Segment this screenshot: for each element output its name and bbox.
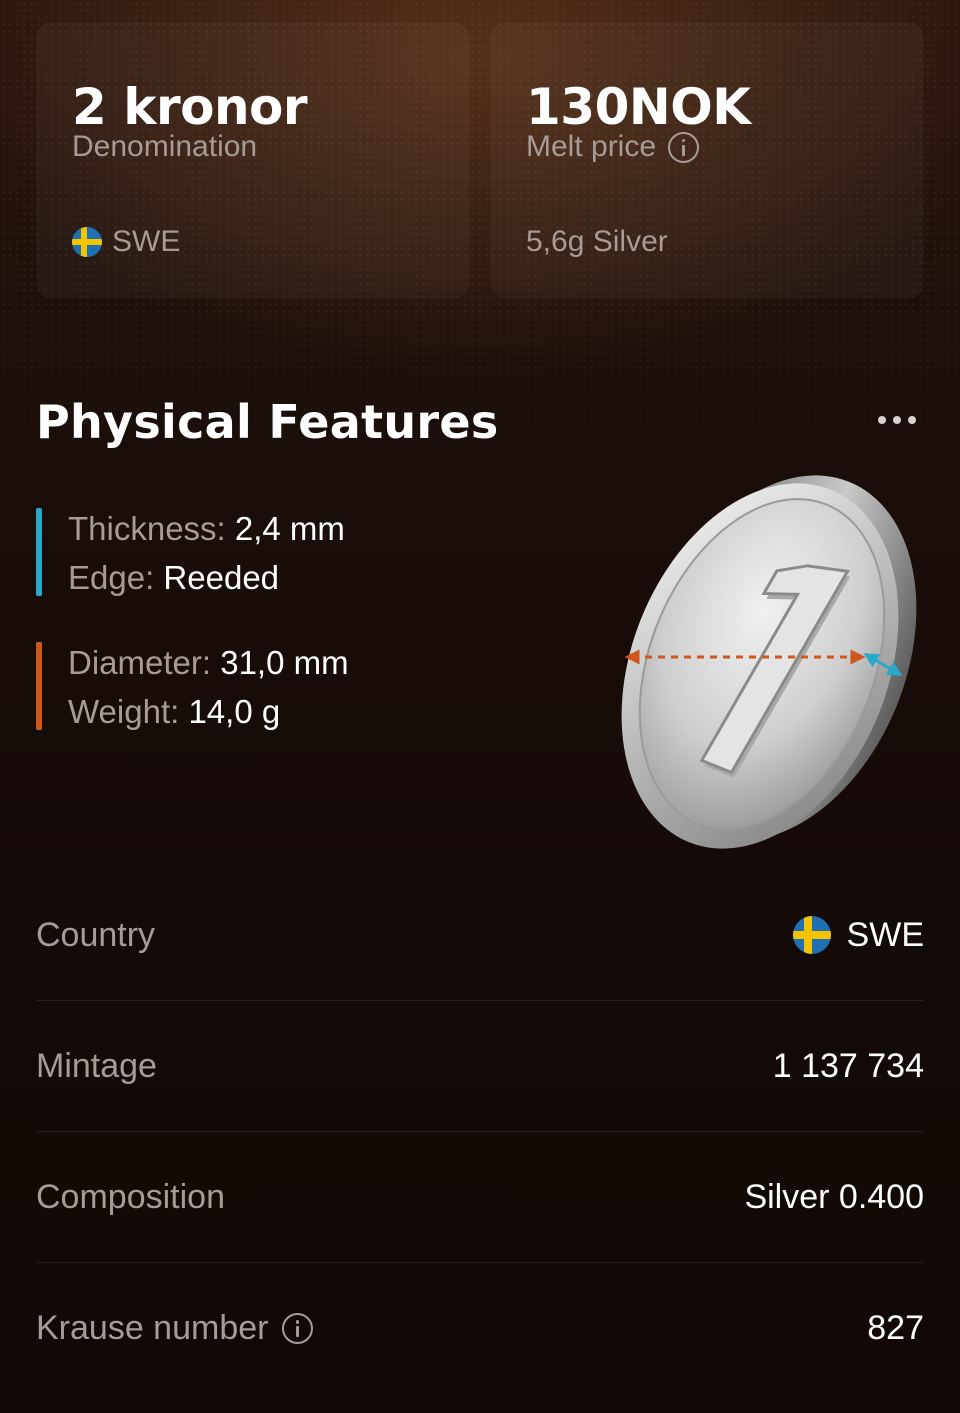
thickness-indicator-bar bbox=[36, 508, 42, 596]
more-dots-icon[interactable] bbox=[878, 410, 926, 430]
edge-value: Reeded bbox=[163, 559, 280, 596]
coin-detail-page: 2 kronor Denomination SWE 130NOK Melt pr… bbox=[0, 0, 960, 1413]
detail-value: 1 137 734 bbox=[772, 1046, 924, 1085]
edge-row: Edge: Reeded bbox=[68, 559, 279, 597]
detail-label: Country bbox=[36, 915, 156, 954]
info-icon[interactable] bbox=[282, 1313, 314, 1344]
detail-row-country[interactable]: Country SWE bbox=[36, 870, 924, 1001]
detail-label: Composition bbox=[36, 1177, 225, 1216]
thickness-edge-group: Thickness: 2,4 mm Edge: Reeded bbox=[36, 508, 436, 598]
melt-price-label: Melt price bbox=[526, 130, 657, 163]
detail-label-row: Krause number bbox=[36, 1309, 314, 1348]
thickness-label: Thickness: bbox=[68, 510, 226, 547]
country-code: SWE bbox=[846, 915, 924, 954]
weight-value: 14,0 g bbox=[188, 693, 281, 730]
sweden-flag-icon bbox=[72, 227, 102, 257]
info-icon[interactable] bbox=[668, 131, 700, 163]
melt-price-value: 130NOK bbox=[526, 78, 751, 136]
diameter-weight-group: Diameter: 31,0 mm Weight: 14,0 g bbox=[36, 642, 436, 732]
weight-label: Weight: bbox=[68, 693, 180, 730]
denomination-card[interactable]: 2 kronor Denomination SWE bbox=[36, 22, 470, 298]
detail-row-krause-number[interactable]: Krause number 827 bbox=[36, 1263, 924, 1394]
melt-price-label-row: Melt price bbox=[526, 130, 700, 164]
melt-price-card[interactable]: 130NOK Melt price 5,6g Silver bbox=[490, 22, 924, 298]
diameter-label: Diameter: bbox=[68, 644, 212, 681]
denomination-country-code: SWE bbox=[112, 225, 181, 258]
detail-value: SWE bbox=[792, 915, 924, 955]
sweden-flag-icon bbox=[792, 916, 831, 954]
weight-row: Weight: 14,0 g bbox=[68, 693, 280, 731]
coin-details-list: Country SWE Mintage 1 137 734 Compositio… bbox=[36, 870, 924, 1394]
thickness-value: 2,4 mm bbox=[234, 510, 345, 547]
edge-label: Edge: bbox=[68, 559, 155, 596]
diameter-indicator-bar bbox=[36, 642, 42, 730]
coin-illustration bbox=[621, 475, 917, 849]
detail-label: Mintage bbox=[36, 1046, 157, 1085]
thickness-row: Thickness: 2,4 mm bbox=[68, 510, 345, 548]
detail-label: Krause number bbox=[36, 1309, 269, 1347]
detail-value: Silver 0.400 bbox=[744, 1177, 924, 1216]
detail-row-composition[interactable]: Composition Silver 0.400 bbox=[36, 1132, 924, 1263]
detail-row-mintage[interactable]: Mintage 1 137 734 bbox=[36, 1001, 924, 1132]
denomination-value: 2 kronor bbox=[72, 78, 308, 136]
diameter-value: 31,0 mm bbox=[220, 644, 349, 681]
denomination-label: Denomination bbox=[72, 130, 258, 163]
diameter-row: Diameter: 31,0 mm bbox=[68, 644, 349, 682]
section-title-physical-features: Physical Features bbox=[36, 395, 499, 449]
detail-value: 827 bbox=[867, 1309, 924, 1347]
denomination-country: SWE bbox=[72, 225, 180, 259]
melt-metal: 5,6g Silver bbox=[526, 225, 668, 258]
